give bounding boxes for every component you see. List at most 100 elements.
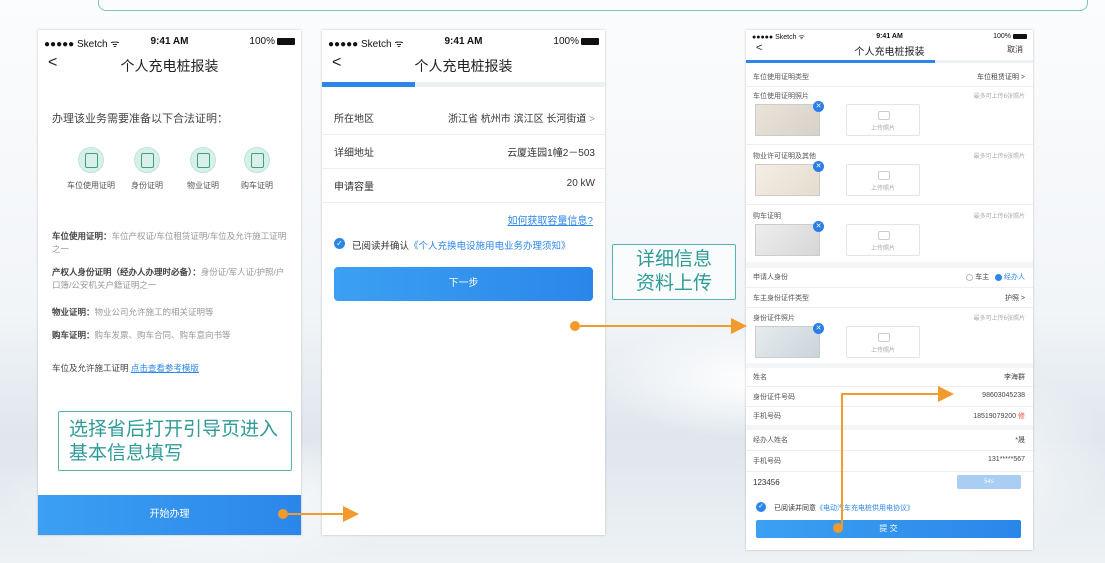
cancel-button[interactable]: 取消 [1007,44,1023,55]
battery-text: 100% [553,36,579,47]
row-label: 详细地址 [334,148,374,159]
owner-label: 车主 [975,274,990,281]
id-photo-thumbnail[interactable] [755,326,820,358]
agree-text: 已阅读并确认《个人充换电设施用电业务办理须知》 [352,238,571,252]
agree-text: 已阅读并同意《电动汽车充电桩供用电协议》 [774,503,914,513]
capacity-help-link[interactable]: 如何获取容量信息? [507,212,593,227]
upload-text: 上传照片 [870,126,895,132]
owner-radio[interactable]: 车主 [966,273,990,281]
status-bar: ●●●●● Sketch ᯤ 9:41 AM 100% [38,30,301,50]
note-head: 物业证明： [52,307,95,317]
divider [746,204,1033,205]
upload-text: 上传照片 [870,246,895,252]
screen-basic-info: ●●●●● Sketch ᯤ 9:41 AM 100% < 个人充电桩报装 所在… [322,30,605,535]
chevron-right-icon: > [589,114,595,125]
agree-link[interactable]: 《个人充换电设施用电业务办理须知》 [409,241,571,252]
remove-photo-icon[interactable]: ✕ [813,323,824,334]
id-type-value: 护照 [1004,295,1019,302]
upload-photo-button[interactable]: 上传照片 [846,164,920,196]
cert-type-select[interactable]: 车位租赁证明 > [977,72,1025,82]
next-button[interactable]: 下一步 [334,267,593,301]
address-row[interactable]: 详细地址 云厦连园1幢2－503 [322,133,605,169]
start-button[interactable]: 开始办理 [38,495,301,535]
doc-label: 身份证明 [131,181,163,190]
cert-type-value: 车位租赁证明 [976,74,1019,81]
remove-photo-icon[interactable]: ✕ [813,101,824,112]
doc-label: 购车证明 [241,181,273,190]
edit-phone-tag[interactable]: 修 [1018,413,1025,420]
agree-prefix: 已阅读并同意 [774,505,816,512]
max-hint: 最多可上传6张照片 [973,154,1025,160]
row-label: 所在地区 [334,114,374,125]
note-head: 购车证明： [52,330,95,340]
phone-value: 18519079200 [973,413,1017,420]
agree-checkbox[interactable]: ✓ [334,238,345,249]
resend-code-button[interactable]: 54s [957,475,1021,489]
note-head: 产权人身份证明（经办人办理时必备）： [52,267,201,277]
progress-track [322,82,605,87]
page-title: 个人充电桩报装 [414,58,513,74]
agree-link[interactable]: 《电动汽车充电桩供用电协议》 [816,505,914,512]
phone-field: 18519079200 修 [973,411,1025,421]
house-certificate-icon [190,147,216,173]
upload-text: 上传照片 [870,348,895,354]
top-frame-line [98,0,1088,11]
id-photo-label: 身份证件照片 [753,315,795,322]
intro-text: 办理该业务需要准备以下合法证明： [52,113,228,125]
divider [746,307,1033,308]
section-gap [746,262,1033,268]
battery-indicator: 100% [553,36,599,47]
note-item: 产权人身份证明（经办人办理时必备）：身份证/军人证/护照/户口簿/公安机关户籍证… [52,266,292,292]
submit-button[interactable]: 提 交 [756,520,1021,538]
agent-name-value: *晟 [1015,437,1025,444]
battery-icon [581,37,599,45]
camera-icon [878,111,890,120]
template-prefix: 车位及允许施工证明 [52,363,131,373]
page-title: 个人充电桩报装 [120,58,219,74]
car-proof-label: 购车证明 [753,213,781,220]
section-gap [746,425,1033,430]
progress-track [746,60,1033,63]
id-number-label: 身份证件号码 [753,394,795,401]
agree-checkbox[interactable]: ✓ [756,502,766,512]
battery-text: 100% [249,36,275,47]
agent-label: 经办人 [1004,274,1025,281]
cert-photo-thumbnail[interactable] [755,104,820,136]
battery-text: 100% [993,33,1011,40]
upload-photo-button[interactable]: 上传照片 [846,326,920,358]
battery-icon [277,37,295,45]
nav-bar: < 个人充电桩报装 [322,52,605,78]
remove-photo-icon[interactable]: ✕ [813,221,824,232]
max-hint: 最多可上传6张照片 [973,316,1025,322]
region-row[interactable]: 所在地区 浙江省 杭州市 滨江区 长河街道 > [322,99,605,135]
note-head: 车位使用证明： [52,231,112,241]
note-item: 车位使用证明：车位产权证/车位租赁证明/车位及允许施工证明之一 [52,230,292,256]
page-title: 个人充电桩报装 [854,47,925,58]
verify-code-input[interactable]: 123456 [753,478,780,487]
camera-icon [878,171,890,180]
document-icon [78,147,104,173]
divider [746,86,1033,87]
template-link[interactable]: 点击查看参考模版 [131,363,199,373]
clock-text: 9:41 AM [876,33,903,40]
nav-bar: < 个人充电桩报装 取消 [746,41,1033,59]
max-hint: 最多可上传6张照片 [973,94,1025,100]
applicant-radio-group: 车主 经办人 [966,272,1025,282]
agent-radio[interactable]: 经办人 [995,273,1025,281]
agent-phone-value: 131*****567 [988,456,1025,463]
region-value: 浙江省 杭州市 滨江区 长河街道 [448,114,587,125]
id-type-select[interactable]: 护照 > [1005,293,1025,303]
property-photo-thumbnail[interactable] [755,164,820,196]
car-proof-thumbnail[interactable] [755,224,820,256]
id-type-label: 车主身份证件类型 [753,295,809,302]
row-value: 云厦连园1幢2－503 [507,148,595,159]
name-value: 李海群 [1004,374,1025,381]
status-bar: ●●●●● Sketch ᯤ 9:41 AM 100% [322,30,605,50]
remove-photo-icon[interactable]: ✕ [813,161,824,172]
upload-photo-button[interactable]: 上传照片 [846,104,920,136]
battery-indicator: 100% [993,33,1027,40]
capacity-row[interactable]: 申请容量 20 kW [322,167,605,203]
upload-photo-button[interactable]: 上传照片 [846,224,920,256]
id-card-icon [134,147,160,173]
chevron-right-icon: > [1020,295,1025,302]
